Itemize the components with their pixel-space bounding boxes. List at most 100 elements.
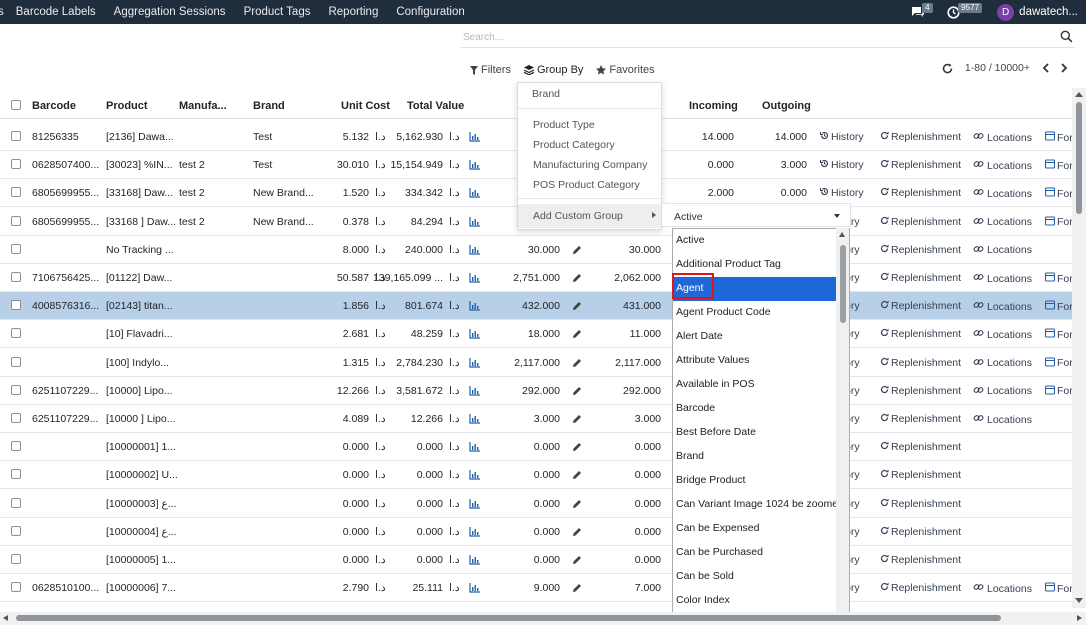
history-button[interactable]: History: [819, 187, 864, 199]
replenishment-button[interactable]: Replenishment: [880, 498, 961, 510]
horizontal-scrollbar[interactable]: [0, 612, 1086, 625]
horizontal-scroll-thumb[interactable]: [16, 615, 1001, 621]
pencil-icon[interactable]: [572, 386, 582, 399]
locations-button[interactable]: Locations: [973, 300, 1032, 313]
forecast-button[interactable]: For: [1044, 300, 1073, 313]
forecast-button[interactable]: For: [1044, 187, 1073, 200]
chart-icon[interactable]: [469, 216, 480, 230]
row-checkbox[interactable]: [11, 328, 21, 339]
scroll-right-arrow[interactable]: [1077, 615, 1082, 621]
menu-item-barcode-labels[interactable]: Barcode Labels: [16, 6, 96, 18]
chart-icon[interactable]: [469, 273, 480, 286]
replenishment-button[interactable]: Replenishment: [880, 469, 961, 481]
custom-group-option[interactable]: Available in POS: [673, 373, 837, 397]
forecast-button[interactable]: For: [1044, 357, 1073, 370]
locations-button[interactable]: Locations: [973, 413, 1032, 426]
chart-icon[interactable]: [469, 301, 480, 314]
replenishment-button[interactable]: Replenishment: [880, 216, 961, 228]
search-input[interactable]: [461, 28, 1051, 46]
pencil-icon[interactable]: [572, 583, 582, 596]
avatar[interactable]: D: [997, 3, 1015, 21]
locations-button[interactable]: Locations: [973, 187, 1032, 200]
custom-group-option[interactable]: Alert Date: [673, 325, 837, 349]
replenishment-button[interactable]: Replenishment: [880, 244, 961, 256]
pencil-icon[interactable]: [572, 470, 582, 483]
group-by-manufacturing-company[interactable]: Manufacturing Company: [533, 159, 647, 171]
user-name[interactable]: dawatech...: [1019, 6, 1078, 18]
row-checkbox[interactable]: [11, 469, 21, 480]
replenishment-button[interactable]: Replenishment: [880, 272, 961, 284]
options-scroll-thumb[interactable]: [840, 245, 846, 323]
custom-group-option[interactable]: Color Index: [673, 589, 837, 613]
group-by-brand[interactable]: Brand: [532, 88, 560, 100]
pencil-icon[interactable]: [572, 442, 582, 455]
menu-item-aggregation-sessions[interactable]: Aggregation Sessions: [114, 6, 226, 18]
pencil-icon[interactable]: [572, 273, 582, 286]
row-checkbox[interactable]: [11, 554, 21, 564]
page-scroll-thumb[interactable]: [1076, 102, 1082, 214]
menu-item-reporting[interactable]: Reporting: [328, 6, 378, 18]
table-row[interactable]: 6251107229... [10000 ] Lipo... 4.089 د.ا 12.…: [0, 405, 1072, 433]
messages-button[interactable]: 4: [911, 3, 935, 18]
custom-group-option[interactable]: Can be Purchased: [673, 541, 837, 565]
scroll-left-arrow[interactable]: [3, 615, 8, 621]
pencil-icon[interactable]: [572, 301, 582, 314]
replenishment-button[interactable]: Replenishment: [880, 300, 961, 312]
group-by-pos-product-category[interactable]: POS Product Category: [533, 179, 640, 191]
scroll-down-arrow[interactable]: [1075, 598, 1083, 603]
table-row[interactable]: [10000005] 1... 0.000 د.ا 0.000 د.ا 0.000 0.00…: [0, 546, 1072, 574]
col-manufacturer[interactable]: Manufa...: [179, 100, 227, 112]
forecast-button[interactable]: For: [1044, 216, 1073, 229]
forecast-button[interactable]: For: [1044, 582, 1073, 595]
favorites-button[interactable]: Favorites: [596, 64, 655, 76]
row-checkbox[interactable]: [11, 497, 21, 508]
group-by-product-type[interactable]: Product Type: [533, 119, 595, 131]
chart-icon[interactable]: [469, 583, 480, 596]
chart-icon[interactable]: [469, 188, 480, 201]
table-row[interactable]: [10] Flavadri... 2.681 د.ا 48.259 د.ا 18.000 1…: [0, 320, 1073, 349]
chart-icon[interactable]: [469, 414, 480, 427]
replenishment-button[interactable]: Replenishment: [880, 357, 961, 369]
options-scrollbar[interactable]: [836, 228, 849, 625]
col-brand[interactable]: Brand: [253, 100, 285, 112]
table-row[interactable]: [10000004] ع... 0.000 د.ا 0.000 د.ا 0.000 0.00…: [0, 518, 1072, 546]
replenishment-button[interactable]: Replenishment: [880, 385, 961, 397]
replenishment-button[interactable]: Replenishment: [880, 413, 961, 425]
menu-item-configuration[interactable]: Configuration: [396, 6, 464, 18]
chart-icon[interactable]: [469, 555, 480, 568]
row-checkbox[interactable]: [11, 187, 21, 198]
custom-group-option[interactable]: Can be Expensed: [673, 517, 837, 541]
locations-button[interactable]: Locations: [973, 216, 1032, 229]
replenishment-button[interactable]: Replenishment: [880, 187, 961, 199]
table-row[interactable]: 4008576316... [02143] titan... 1.856 د.ا 801…: [0, 292, 1073, 321]
forecast-button[interactable]: For: [1044, 328, 1073, 341]
table-row[interactable]: [10000002] U... 0.000 د.ا 0.000 د.ا 0.000 0.00…: [0, 461, 1072, 490]
chart-icon[interactable]: [469, 385, 480, 399]
locations-button[interactable]: Locations: [973, 272, 1032, 285]
custom-group-option[interactable]: Bridge Product: [673, 469, 837, 493]
col-barcode[interactable]: Barcode: [32, 100, 76, 112]
chart-icon[interactable]: [469, 357, 480, 371]
replenishment-button[interactable]: Replenishment: [880, 441, 961, 453]
table-row[interactable]: 7106756425... [01122] Daw... 50.587 د.ا 139,…: [0, 264, 1073, 292]
forecast-button[interactable]: For: [1044, 272, 1073, 285]
pencil-icon[interactable]: [572, 358, 582, 371]
select-all-checkbox[interactable]: [11, 100, 21, 110]
custom-group-option[interactable]: Attribute Values: [673, 349, 837, 373]
row-checkbox[interactable]: [11, 356, 21, 367]
table-row[interactable]: [10000001] 1... 0.000 د.ا 0.000 د.ا 0.000 0.00…: [0, 433, 1072, 462]
page-scrollbar[interactable]: [1072, 88, 1086, 608]
replenishment-button[interactable]: Replenishment: [880, 131, 961, 143]
search-icon[interactable]: [1060, 30, 1073, 43]
chart-icon[interactable]: [469, 526, 480, 540]
col-outgoing[interactable]: Outgoing: [762, 100, 811, 112]
chart-icon[interactable]: [469, 132, 480, 145]
row-checkbox[interactable]: [11, 215, 21, 226]
row-checkbox[interactable]: [11, 441, 21, 452]
custom-group-select[interactable]: Active: [662, 203, 851, 227]
table-row[interactable]: No Tracking ... 8.000 د.ا 240.000 د.ا 30.000 3…: [0, 236, 1072, 264]
custom-group-option[interactable]: Best Before Date: [673, 421, 837, 445]
locations-button[interactable]: Locations: [973, 385, 1032, 398]
chart-icon[interactable]: [469, 442, 480, 455]
scroll-up-arrow[interactable]: [839, 232, 845, 237]
